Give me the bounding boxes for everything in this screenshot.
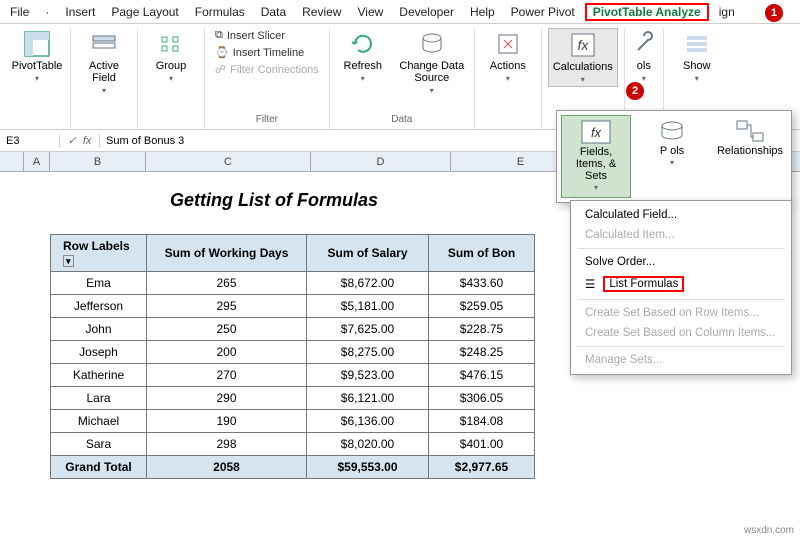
pivot-table[interactable]: Row Labels ▾ Sum of Working Days Sum of …	[50, 234, 535, 479]
tab-extra[interactable]: ·	[39, 3, 55, 21]
ribbon-tabs: File · Insert Page Layout Formulas Data …	[0, 0, 800, 24]
chevron-down-icon: ▾	[361, 74, 365, 83]
name-box[interactable]: E3	[0, 135, 60, 147]
show-button[interactable]: Show ▾	[670, 28, 724, 85]
menu-list-formulas[interactable]: ☰List Formulas	[571, 272, 791, 296]
menu-solve-order[interactable]: Solve Order...	[571, 252, 791, 272]
svg-text:fx: fx	[591, 125, 602, 140]
tab-design[interactable]: ign	[713, 3, 741, 21]
chevron-down-icon: ▾	[102, 86, 106, 95]
tab-help[interactable]: Help	[464, 3, 501, 21]
tab-power-pivot[interactable]: Power Pivot	[505, 3, 581, 21]
filter-connections-button: ☍Filter Connections	[211, 62, 323, 77]
relationships-button[interactable]: Relationships	[713, 115, 787, 198]
pivottable-button[interactable]: PivotTable ▾	[10, 28, 64, 85]
actions-button[interactable]: Actions ▾	[481, 28, 535, 85]
table-row[interactable]: Jefferson295$5,181.00$259.05	[51, 295, 535, 318]
tab-insert[interactable]: Insert	[59, 3, 101, 21]
tools-button[interactable]: ols ▾	[631, 28, 657, 85]
tab-formulas[interactable]: Formulas	[189, 3, 251, 21]
group-group: Group ▾	[138, 28, 205, 129]
chevron-down-icon: ▾	[581, 75, 585, 84]
col-B[interactable]: B	[50, 152, 146, 171]
chevron-down-icon: ▾	[642, 74, 646, 83]
olap-icon	[657, 119, 687, 143]
refresh-button[interactable]: Refresh ▾	[336, 28, 390, 85]
group-actions: Actions ▾	[475, 28, 542, 129]
separator	[577, 299, 785, 300]
tab-data[interactable]: Data	[255, 3, 292, 21]
fx-icon[interactable]: ✓ fx	[60, 134, 100, 147]
chevron-down-icon: ▾	[35, 74, 39, 83]
tab-view[interactable]: View	[351, 3, 389, 21]
group-button[interactable]: Group ▾	[144, 28, 198, 85]
menu-create-row-set: Create Set Based on Row Items...	[571, 303, 791, 323]
menu-calculated-item: Calculated Item...	[571, 225, 791, 245]
actions-icon	[494, 30, 522, 58]
separator	[577, 248, 785, 249]
tab-page-layout[interactable]: Page Layout	[105, 3, 184, 21]
watermark: wsxdn.com	[744, 525, 794, 536]
show-icon	[683, 30, 711, 58]
relationships-icon	[735, 119, 765, 143]
table-row[interactable]: Joseph200$8,275.00$248.25	[51, 341, 535, 364]
fields-items-sets-button[interactable]: fx Fields, Items, & Sets▾	[561, 115, 631, 198]
group-data: Refresh ▾ Change Data Source ▾ Data	[330, 28, 475, 129]
timeline-icon: ⌚	[215, 46, 229, 59]
insert-slicer-button[interactable]: ⧉Insert Slicer	[211, 28, 323, 43]
table-row[interactable]: Sara298$8,020.00$401.00	[51, 433, 535, 456]
table-header-row: Row Labels ▾ Sum of Working Days Sum of …	[51, 235, 535, 272]
group-active-field: Active Field ▾	[71, 28, 138, 129]
tools-icon	[630, 30, 658, 58]
active-field-icon	[90, 30, 118, 58]
table-row[interactable]: John250$7,625.00$228.75	[51, 318, 535, 341]
tab-file[interactable]: File	[4, 3, 35, 21]
calculations-button[interactable]: fx Calculations ▾	[548, 28, 618, 87]
insert-timeline-button[interactable]: ⌚Insert Timeline	[211, 45, 323, 60]
fields-icon: fx	[581, 120, 611, 144]
col-C[interactable]: C	[146, 152, 311, 171]
table-row[interactable]: Ema265$8,672.00$433.60	[51, 272, 535, 295]
chevron-down-icon: ▾	[430, 86, 434, 95]
dropdown-icon[interactable]: ▾	[63, 255, 74, 267]
tab-developer[interactable]: Developer	[393, 3, 460, 21]
svg-text:fx: fx	[577, 37, 589, 53]
group-pivottable: PivotTable ▾	[4, 28, 71, 129]
group-filter: ⧉Insert Slicer ⌚Insert Timeline ☍Filter …	[205, 28, 330, 129]
refresh-icon	[349, 30, 377, 58]
callout-2: 2	[626, 82, 644, 100]
data-source-icon	[418, 30, 446, 58]
fields-items-sets-menu: Calculated Field... Calculated Item... S…	[570, 200, 792, 375]
col-A[interactable]: A	[24, 152, 50, 171]
chevron-down-icon: ▾	[506, 74, 510, 83]
change-data-source-button[interactable]: Change Data Source ▾	[396, 28, 468, 97]
callout-1: 1	[765, 4, 783, 22]
col-D[interactable]: D	[311, 152, 451, 171]
pivottable-icon	[23, 30, 51, 58]
calculations-dropdown: fx Fields, Items, & Sets▾ P ols▾ Relatio…	[556, 110, 792, 203]
tab-pivottable-analyze[interactable]: PivotTable Analyze	[585, 3, 709, 21]
menu-manage-sets: Manage Sets...	[571, 350, 791, 370]
page-title: Getting List of Formulas	[170, 190, 378, 211]
group-icon	[157, 30, 185, 58]
menu-calculated-field[interactable]: Calculated Field...	[571, 205, 791, 225]
olap-tools-button[interactable]: P ols▾	[637, 115, 707, 198]
select-all-corner[interactable]	[0, 152, 24, 171]
menu-create-col-set: Create Set Based on Column Items...	[571, 323, 791, 343]
active-field-button[interactable]: Active Field ▾	[77, 28, 131, 97]
chevron-down-icon: ▾	[169, 74, 173, 83]
slicer-icon: ⧉	[215, 29, 223, 42]
tab-review[interactable]: Review	[296, 3, 347, 21]
separator	[577, 346, 785, 347]
table-row[interactable]: Michael190$6,136.00$184.08	[51, 410, 535, 433]
chevron-down-icon: ▾	[695, 74, 699, 83]
table-row[interactable]: Katherine270$9,523.00$476.15	[51, 364, 535, 387]
filter-conn-icon: ☍	[215, 63, 226, 76]
table-row[interactable]: Lara290$6,121.00$306.05	[51, 387, 535, 410]
table-total-row[interactable]: Grand Total2058$59,553.00$2,977.65	[51, 456, 535, 479]
calculations-icon: fx	[569, 31, 597, 59]
list-icon: ☰	[585, 277, 595, 291]
